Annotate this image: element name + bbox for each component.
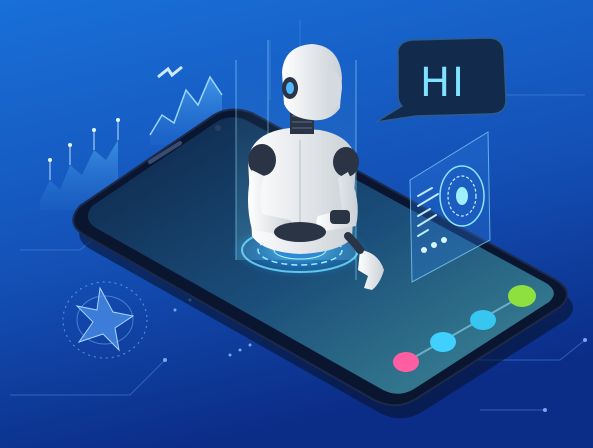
dot-green [508,285,536,307]
dot-cyan-1 [430,332,456,352]
dot-pink [393,352,419,372]
illustration-canvas: HI [0,0,593,448]
dot-cyan-2 [470,310,496,330]
phone-camera [215,125,221,131]
speech-bubble-text: HI [420,60,466,106]
